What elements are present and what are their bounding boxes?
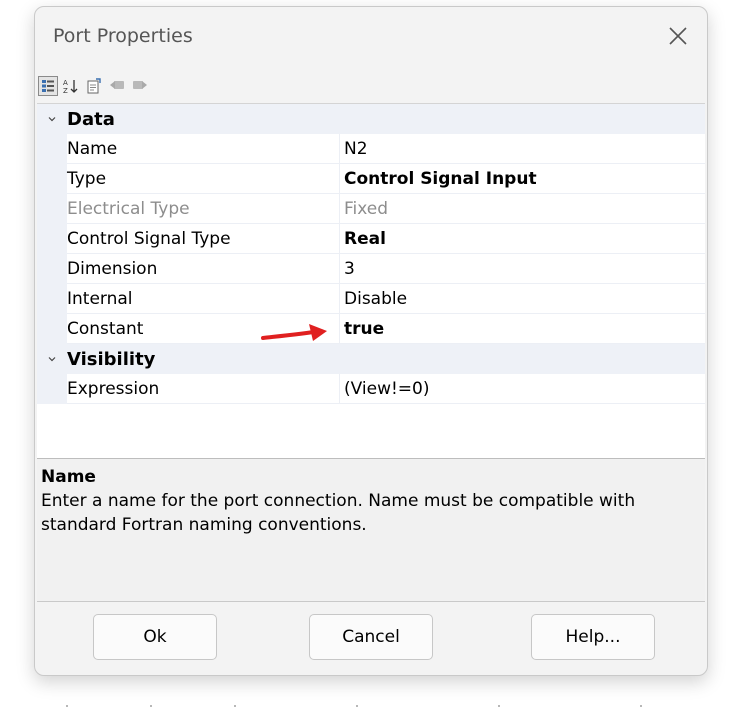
background-dots <box>0 703 732 709</box>
description-text: Enter a name for the port connection. Na… <box>41 491 636 535</box>
categorized-view-icon[interactable] <box>38 76 58 96</box>
alphabetical-sort-icon[interactable]: A Z <box>61 76 81 96</box>
property-value[interactable]: Disable <box>344 289 407 309</box>
description-title: Name <box>41 467 96 487</box>
property-row-type[interactable]: Type Control Signal Input <box>37 164 705 194</box>
category-label: Visibility <box>67 348 156 370</box>
property-value[interactable]: Control Signal Input <box>344 169 537 189</box>
property-name: Internal <box>67 288 133 309</box>
property-row-expression[interactable]: Expression (View!=0) <box>37 374 705 404</box>
property-pages-icon[interactable] <box>84 76 104 96</box>
property-row-electrical-type: Electrical Type Fixed <box>37 194 705 224</box>
property-row-dimension[interactable]: Dimension 3 <box>37 254 705 284</box>
property-row-constant[interactable]: Constant true <box>37 314 705 344</box>
property-name: Electrical Type <box>67 198 190 219</box>
property-value[interactable]: Real <box>344 229 386 249</box>
property-name: Constant <box>67 318 144 339</box>
svg-text:A: A <box>63 79 68 87</box>
property-value[interactable]: N2 <box>344 139 368 159</box>
property-name: Expression <box>67 378 160 399</box>
close-icon[interactable] <box>667 25 689 47</box>
category-row-data[interactable]: Data <box>37 104 705 134</box>
svg-text:Z: Z <box>63 87 68 94</box>
property-row-name[interactable]: Name N2 <box>37 134 705 164</box>
property-name: Dimension <box>67 258 158 279</box>
property-name: Type <box>67 168 107 189</box>
next-item-icon <box>130 76 150 96</box>
category-label: Data <box>67 108 115 130</box>
property-name: Name <box>67 138 118 159</box>
description-panel: Name Enter a name for the port connectio… <box>37 459 705 602</box>
property-name: Control Signal Type <box>67 228 231 249</box>
property-value[interactable]: (View!=0) <box>344 379 429 399</box>
category-row-visibility[interactable]: Visibility <box>37 344 705 374</box>
chevron-down-icon[interactable] <box>37 104 67 134</box>
chevron-down-icon[interactable] <box>37 344 67 374</box>
property-row-control-signal-type[interactable]: Control Signal Type Real <box>37 224 705 254</box>
property-grid: Data Name N2 Type Control Signal Input E… <box>37 103 705 459</box>
property-value: Fixed <box>344 198 389 219</box>
cancel-button[interactable]: Cancel <box>309 614 433 660</box>
help-button[interactable]: Help... <box>531 614 655 660</box>
property-grid-toolbar: A Z <box>35 69 707 103</box>
ok-button[interactable]: Ok <box>93 614 217 660</box>
dialog-title: Port Properties <box>53 25 193 47</box>
property-value[interactable]: true <box>344 319 384 339</box>
property-value[interactable]: 3 <box>344 259 355 279</box>
previous-item-icon <box>107 76 127 96</box>
title-bar: Port Properties <box>35 7 707 69</box>
port-properties-dialog: Port Properties A Z Data Name N2 Type Co… <box>34 6 708 676</box>
property-row-internal[interactable]: Internal Disable <box>37 284 705 314</box>
